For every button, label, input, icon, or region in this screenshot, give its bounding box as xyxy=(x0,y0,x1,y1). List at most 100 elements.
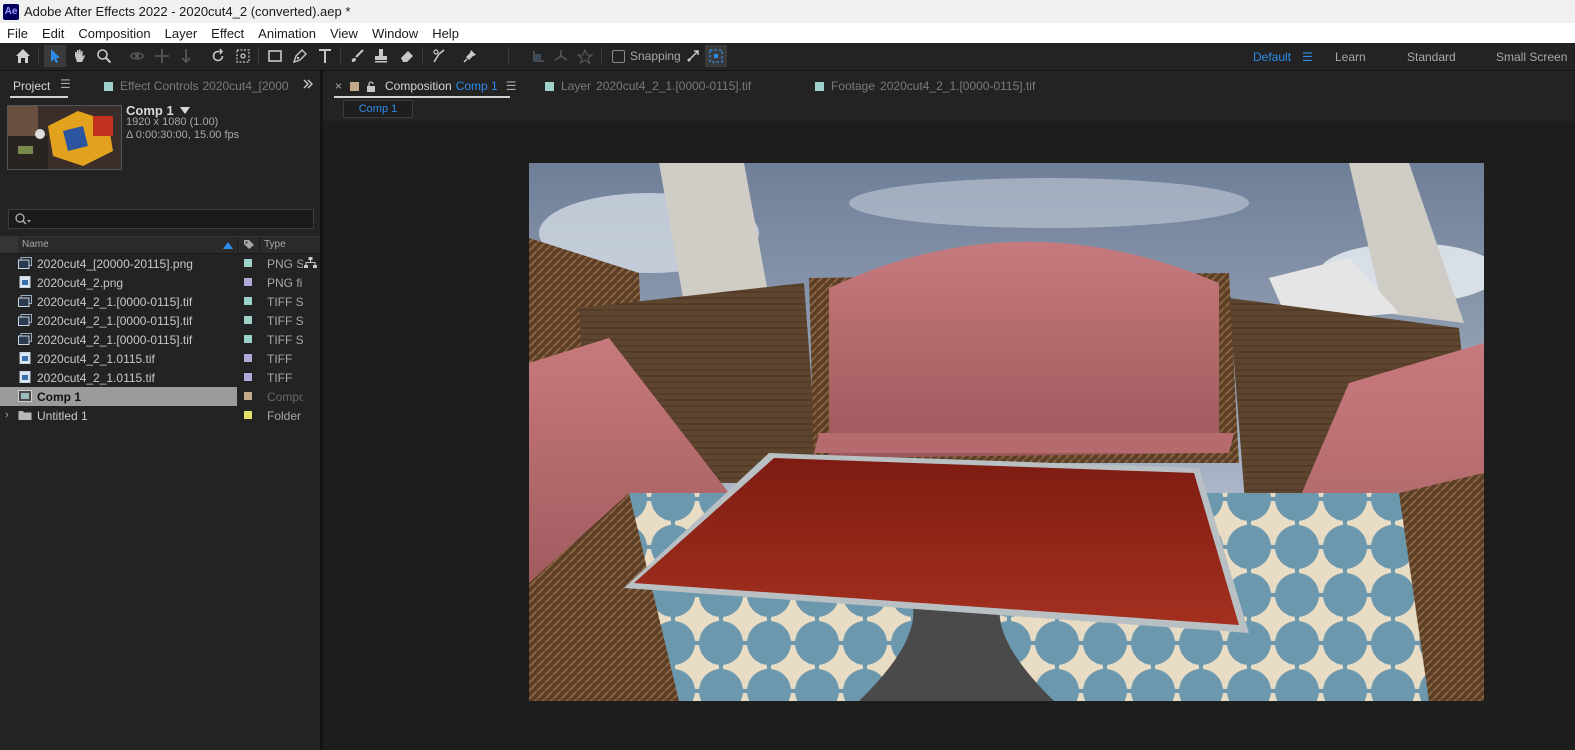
composition-viewer-area[interactable] xyxy=(323,121,1575,750)
image-file-icon xyxy=(18,371,32,383)
workspace-default[interactable]: Default xyxy=(1253,50,1291,64)
home-icon[interactable] xyxy=(12,45,34,67)
project-item-row[interactable]: Comp 1 Composition xyxy=(0,387,320,406)
snapping-toggle[interactable]: Snapping xyxy=(612,49,681,63)
selection-tool-icon[interactable] xyxy=(44,45,66,67)
tab-effect-controls-target: 2020cut4_[2000 xyxy=(202,79,289,93)
tools-bar: Snapping Default ☰ Learn Standard Small … xyxy=(0,43,1575,71)
project-item-row[interactable]: › Untitled 1 Folder xyxy=(0,406,320,425)
project-item-type: Composition xyxy=(267,390,303,404)
expand-chevron-icon[interactable]: › xyxy=(5,409,9,421)
menu-file[interactable]: File xyxy=(0,26,35,41)
label-color-swatch[interactable] xyxy=(244,278,252,286)
rotate-tool-icon[interactable] xyxy=(207,45,229,67)
image-sequence-icon xyxy=(18,333,32,345)
project-item-type: PNG Sequence xyxy=(267,257,303,271)
local-axis-icon[interactable] xyxy=(528,45,550,67)
zoom-tool-icon[interactable] xyxy=(93,45,115,67)
project-item-name: 2020cut4_[20000-20115].png xyxy=(37,257,193,271)
project-panel-menu-icon[interactable]: ☰ xyxy=(60,77,71,91)
label-color-swatch[interactable] xyxy=(244,335,252,343)
project-item-name: Comp 1 xyxy=(37,390,82,404)
tab-project-underline xyxy=(10,96,68,98)
menu-animation[interactable]: Animation xyxy=(251,26,323,41)
tab-composition-underline xyxy=(334,96,510,98)
workspace-small-screen[interactable]: Small Screen xyxy=(1496,50,1567,64)
tab-effect-controls[interactable]: Effect Controls 2020cut4_[2000 xyxy=(104,76,289,96)
menu-layer[interactable]: Layer xyxy=(158,26,205,41)
tab-composition[interactable]: Composition Comp 1 ☰ xyxy=(350,76,517,96)
project-item-row[interactable]: 2020cut4_2_1.[0000-0115].tif TIFF Sequenc… xyxy=(0,311,320,330)
lock-icon xyxy=(367,80,375,92)
flowchart-icon[interactable] xyxy=(304,257,317,272)
view-axis-icon[interactable] xyxy=(574,45,596,67)
menu-help[interactable]: Help xyxy=(425,26,466,41)
pan-camera-icon[interactable] xyxy=(151,45,173,67)
tab-effect-controls-label: Effect Controls xyxy=(120,79,199,93)
label-color-swatch[interactable] xyxy=(244,373,252,381)
image-file-icon xyxy=(18,352,32,364)
comp-swatch xyxy=(350,81,359,91)
roto-brush-icon[interactable] xyxy=(428,45,450,67)
menu-effect[interactable]: Effect xyxy=(204,26,251,41)
label-color-swatch[interactable] xyxy=(244,259,252,267)
project-item-type: PNG file xyxy=(267,276,303,290)
tab-layer[interactable]: Layer 2020cut4_2_1.[0000-0115].tif xyxy=(545,76,751,96)
snapping-checkbox[interactable] xyxy=(612,49,625,63)
snap-options-icon[interactable] xyxy=(682,45,704,67)
type-tool-icon[interactable] xyxy=(314,45,336,67)
project-item-name: 2020cut4_2_1.[0000-0115].tif xyxy=(37,333,193,347)
puppet-pin-icon[interactable] xyxy=(459,45,481,67)
project-item-row[interactable]: 2020cut4_2.png PNG file xyxy=(0,273,320,292)
tab-footage[interactable]: Footage 2020cut4_2_1.[0000-0115].tif xyxy=(815,76,1035,96)
workspace-standard[interactable]: Standard xyxy=(1407,50,1456,64)
selected-item-dimensions: 1920 x 1080 (1.00) xyxy=(126,116,219,128)
image-sequence-icon xyxy=(18,314,32,326)
menu-window[interactable]: Window xyxy=(365,26,425,41)
project-search-input[interactable] xyxy=(8,209,314,229)
project-item-type: TIFF Sequence xyxy=(267,295,303,309)
hand-tool-icon[interactable] xyxy=(68,45,90,67)
menu-edit[interactable]: Edit xyxy=(35,26,71,41)
pen-tool-icon[interactable] xyxy=(289,45,311,67)
project-item-type: TIFF Sequence xyxy=(267,333,303,347)
comp-navigator-tab[interactable]: Comp 1 xyxy=(343,100,413,118)
pan-behind-icon[interactable] xyxy=(232,45,254,67)
eraser-icon[interactable] xyxy=(396,45,418,67)
column-type[interactable]: Type xyxy=(264,239,286,250)
menu-composition[interactable]: Composition xyxy=(71,26,157,41)
project-item-row[interactable]: 2020cut4_2_1.[0000-0115].tif TIFF Sequenc… xyxy=(0,330,320,349)
clone-stamp-icon[interactable] xyxy=(370,45,392,67)
tab-composition-name: Comp 1 xyxy=(455,79,498,93)
orbit-camera-icon[interactable] xyxy=(126,45,148,67)
snap-grid-icon[interactable] xyxy=(705,45,727,67)
composition-preview[interactable] xyxy=(529,163,1484,701)
project-item-row[interactable]: 2020cut4_2_1.0115.tif TIFF xyxy=(0,368,320,387)
world-axis-icon[interactable] xyxy=(550,45,572,67)
footage-swatch xyxy=(104,81,113,91)
menu-view[interactable]: View xyxy=(323,26,365,41)
label-color-swatch[interactable] xyxy=(244,392,252,400)
label-color-swatch[interactable] xyxy=(244,354,252,362)
project-item-row[interactable]: 2020cut4_2_1.[0000-0115].tif TIFF Sequenc… xyxy=(0,292,320,311)
image-sequence-icon xyxy=(18,257,32,269)
composition-panel-menu-icon[interactable]: ☰ xyxy=(506,79,517,93)
dolly-camera-icon[interactable] xyxy=(175,45,197,67)
rectangle-tool-icon[interactable] xyxy=(264,45,286,67)
workspace-menu-icon[interactable]: ☰ xyxy=(1302,50,1313,64)
project-item-name: 2020cut4_2_1.[0000-0115].tif xyxy=(37,314,193,328)
footage-swatch xyxy=(545,81,554,91)
panel-overflow-icon[interactable] xyxy=(302,78,314,93)
after-effects-logo: Ae xyxy=(3,3,19,20)
tab-composition-close-icon[interactable]: × xyxy=(335,76,342,96)
label-color-swatch[interactable] xyxy=(244,297,252,305)
brush-tool-icon[interactable] xyxy=(346,45,368,67)
menu-bar: File Edit Composition Layer Effect Anima… xyxy=(0,23,1575,43)
workspace-learn[interactable]: Learn xyxy=(1335,50,1366,64)
label-color-swatch[interactable] xyxy=(244,411,252,419)
label-color-swatch[interactable] xyxy=(244,316,252,324)
project-item-row[interactable]: 2020cut4_2_1.0115.tif TIFF xyxy=(0,349,320,368)
tab-project[interactable]: Project xyxy=(13,76,50,96)
column-name[interactable]: Name xyxy=(22,239,49,250)
project-item-row[interactable]: 2020cut4_[20000-20115].png PNG Sequence xyxy=(0,254,320,273)
